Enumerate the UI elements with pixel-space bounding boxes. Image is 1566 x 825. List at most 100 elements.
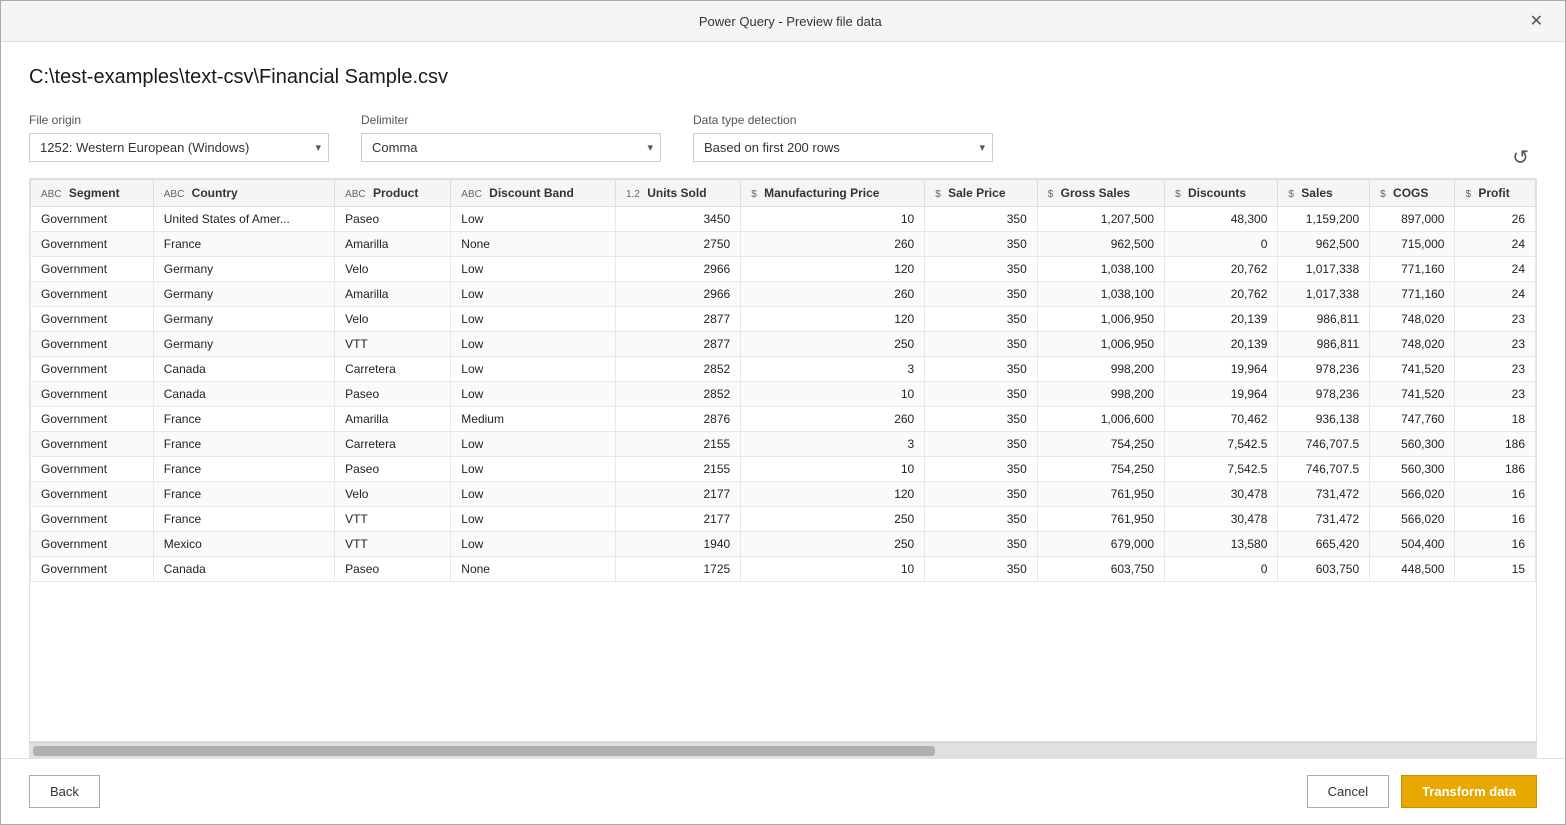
table-cell: 350	[925, 382, 1038, 407]
table-cell: France	[153, 457, 334, 482]
table-cell: Germany	[153, 332, 334, 357]
table-cell: France	[153, 482, 334, 507]
table-cell: Government	[31, 282, 154, 307]
title-bar: Power Query - Preview file data ✕	[1, 1, 1565, 42]
table-cell: Government	[31, 382, 154, 407]
table-cell: 603,750	[1278, 557, 1370, 582]
table-cell: 1,006,600	[1037, 407, 1164, 432]
table-cell: Low	[451, 257, 616, 282]
table-cell: 741,520	[1370, 357, 1455, 382]
table-cell: 1,038,100	[1037, 257, 1164, 282]
table-cell: Germany	[153, 257, 334, 282]
table-cell: 18	[1455, 407, 1536, 432]
col-header-units-sold: 1.2 Units Sold	[615, 180, 740, 207]
table-cell: 20,139	[1165, 307, 1278, 332]
file-origin-label: File origin	[29, 113, 329, 127]
table-cell: Low	[451, 307, 616, 332]
table-cell: 1,038,100	[1037, 282, 1164, 307]
col-header-cogs: $ COGS	[1370, 180, 1455, 207]
table-cell: 10	[741, 457, 925, 482]
table-row: GovernmentGermanyVeloLow29661203501,038,…	[31, 257, 1536, 282]
table-cell: 761,950	[1037, 482, 1164, 507]
table-row: GovernmentCanadaPaseoLow285210350998,200…	[31, 382, 1536, 407]
table-row: GovernmentCanadaCarreteraLow28523350998,…	[31, 357, 1536, 382]
table-cell: 350	[925, 357, 1038, 382]
table-cell: Government	[31, 232, 154, 257]
table-cell: 23	[1455, 357, 1536, 382]
table-cell: 566,020	[1370, 482, 1455, 507]
table-cell: 897,000	[1370, 207, 1455, 232]
table-cell: Mexico	[153, 532, 334, 557]
table-cell: 3	[741, 357, 925, 382]
table-cell: 2852	[615, 382, 740, 407]
table-cell: 260	[741, 232, 925, 257]
delimiter-select[interactable]: Comma Tab Semicolon Space Custom	[361, 133, 661, 162]
table-row: GovernmentFranceAmarillaMedium2876260350…	[31, 407, 1536, 432]
table-cell: France	[153, 407, 334, 432]
horizontal-scrollbar[interactable]	[29, 742, 1537, 758]
close-button[interactable]: ✕	[1524, 9, 1549, 33]
table-cell: Low	[451, 357, 616, 382]
table-cell: VTT	[335, 532, 451, 557]
back-button[interactable]: Back	[29, 775, 100, 808]
table-cell: Canada	[153, 357, 334, 382]
table-cell: 3	[741, 432, 925, 457]
table-cell: 2966	[615, 257, 740, 282]
table-cell: 24	[1455, 257, 1536, 282]
table-cell: Velo	[335, 482, 451, 507]
col-header-discount-band: ABC Discount Band	[451, 180, 616, 207]
table-cell: Canada	[153, 557, 334, 582]
table-cell: Low	[451, 332, 616, 357]
table-row: GovernmentGermanyVeloLow28771203501,006,…	[31, 307, 1536, 332]
table-cell: 1,159,200	[1278, 207, 1370, 232]
table-cell: 746,707.5	[1278, 432, 1370, 457]
table-cell: 754,250	[1037, 457, 1164, 482]
table-cell: 986,811	[1278, 332, 1370, 357]
table-row: GovernmentFrancePaseoLow215510350754,250…	[31, 457, 1536, 482]
options-row: File origin 1252: Western European (Wind…	[29, 113, 1537, 178]
table-cell: 0	[1165, 232, 1278, 257]
table-cell: 1,017,338	[1278, 257, 1370, 282]
data-type-detection-select[interactable]: Based on first 200 rows Based on entire …	[693, 133, 993, 162]
transform-data-button[interactable]: Transform data	[1401, 775, 1537, 808]
table-cell: 16	[1455, 532, 1536, 557]
table-cell: 350	[925, 532, 1038, 557]
table-cell: Carretera	[335, 432, 451, 457]
file-origin-group: File origin 1252: Western European (Wind…	[29, 113, 329, 162]
table-cell: 748,020	[1370, 332, 1455, 357]
table-cell: 30,478	[1165, 482, 1278, 507]
table-cell: 978,236	[1278, 357, 1370, 382]
delimiter-select-wrapper: Comma Tab Semicolon Space Custom ▾	[361, 133, 661, 162]
table-cell: 754,250	[1037, 432, 1164, 457]
table-cell: 748,020	[1370, 307, 1455, 332]
table-cell: 350	[925, 457, 1038, 482]
table-cell: Low	[451, 482, 616, 507]
table-cell: 350	[925, 232, 1038, 257]
file-origin-select[interactable]: 1252: Western European (Windows) UTF-8 U…	[29, 133, 329, 162]
table-cell: Germany	[153, 282, 334, 307]
table-cell: 250	[741, 507, 925, 532]
data-table-container[interactable]: ABC Segment ABC Country ABC Product ABC …	[29, 178, 1537, 742]
col-header-discounts: $ Discounts	[1165, 180, 1278, 207]
table-cell: 747,760	[1370, 407, 1455, 432]
delimiter-group: Delimiter Comma Tab Semicolon Space Cust…	[361, 113, 661, 162]
table-row: GovernmentUnited States of Amer...PaseoL…	[31, 207, 1536, 232]
table-cell: Low	[451, 532, 616, 557]
table-cell: Amarilla	[335, 232, 451, 257]
table-cell: 16	[1455, 507, 1536, 532]
table-cell: Germany	[153, 307, 334, 332]
table-cell: 2177	[615, 507, 740, 532]
table-cell: Paseo	[335, 207, 451, 232]
table-cell: 20,762	[1165, 257, 1278, 282]
table-cell: 350	[925, 482, 1038, 507]
main-content: C:\test-examples\text-csv\Financial Samp…	[1, 42, 1565, 758]
table-cell: 120	[741, 257, 925, 282]
footer: Back Cancel Transform data	[1, 758, 1565, 824]
table-cell: 23	[1455, 332, 1536, 357]
table-row: GovernmentFranceAmarillaNone275026035096…	[31, 232, 1536, 257]
table-cell: Canada	[153, 382, 334, 407]
table-cell: Government	[31, 457, 154, 482]
table-cell: 731,472	[1278, 507, 1370, 532]
cancel-button[interactable]: Cancel	[1307, 775, 1389, 808]
refresh-button[interactable]: ↺	[1504, 141, 1537, 174]
